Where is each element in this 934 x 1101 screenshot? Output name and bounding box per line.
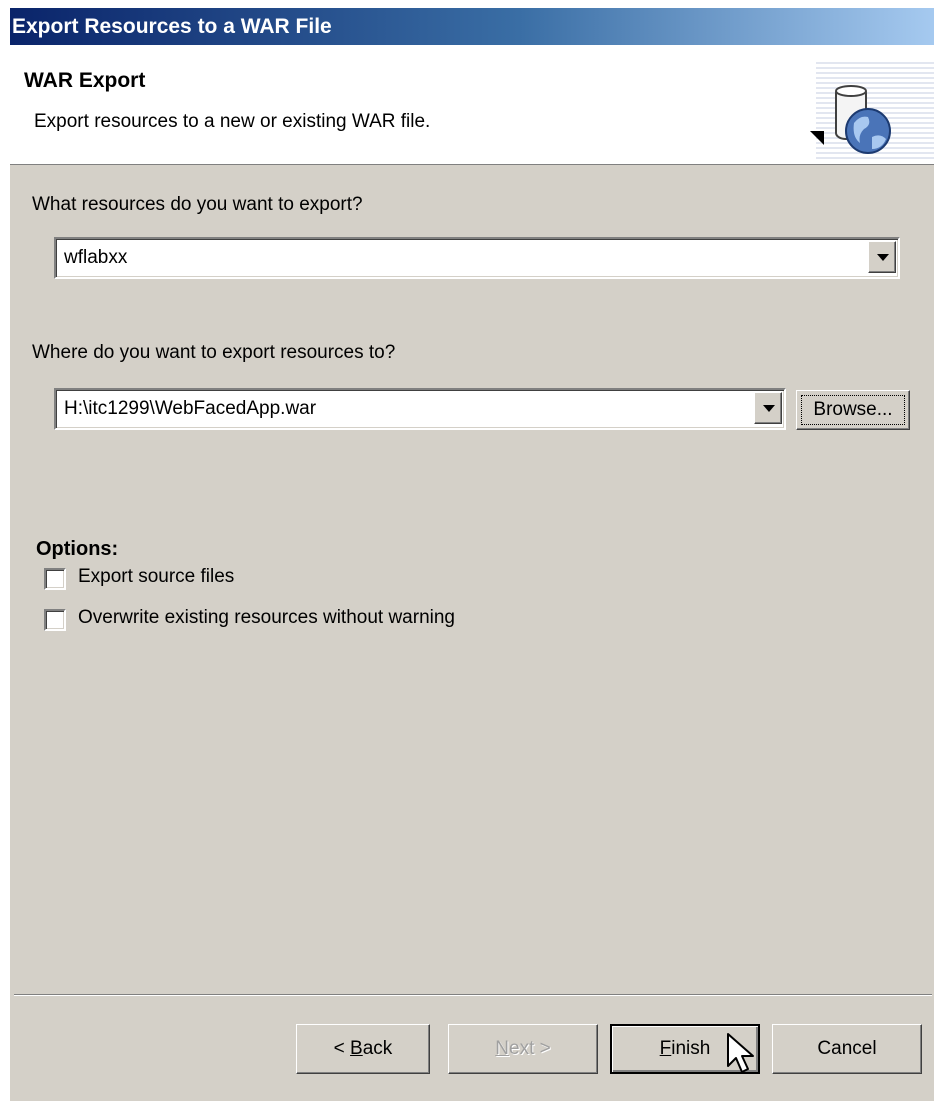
resources-combo-value: wflabxx bbox=[64, 247, 128, 268]
page-title: WAR Export bbox=[24, 69, 146, 92]
next-label: Next > bbox=[495, 1038, 551, 1059]
back-label: < Back bbox=[333, 1038, 393, 1059]
export-source-label: Export source files bbox=[78, 566, 235, 587]
export-source-checkbox[interactable] bbox=[44, 568, 66, 590]
window-title: Export Resources to a WAR File bbox=[10, 8, 934, 45]
war-globe-icon bbox=[810, 85, 891, 154]
destination-dropdown-button[interactable] bbox=[754, 392, 782, 424]
resources-label: What resources do you want to export? bbox=[32, 194, 363, 215]
chevron-down-icon bbox=[763, 405, 775, 412]
wizard-header: WAR Export Export resources to a new or … bbox=[10, 45, 934, 165]
destination-combo-value: H:\itc1299\WebFacedApp.war bbox=[64, 398, 317, 419]
next-button[interactable]: Next > bbox=[448, 1024, 598, 1074]
back-button[interactable]: < Back bbox=[296, 1024, 430, 1074]
options-title: Options: bbox=[36, 538, 119, 560]
destination-combo[interactable]: H:\itc1299\WebFacedApp.war bbox=[54, 388, 786, 430]
chevron-down-icon bbox=[877, 254, 889, 261]
resources-combo[interactable]: wflabxx bbox=[54, 237, 900, 279]
resources-dropdown-button[interactable] bbox=[868, 241, 896, 273]
cancel-button[interactable]: Cancel bbox=[772, 1024, 922, 1074]
browse-label: Browse... bbox=[813, 399, 893, 420]
browse-button[interactable]: Browse... bbox=[796, 390, 910, 430]
overwrite-label: Overwrite existing resources without war… bbox=[78, 607, 455, 628]
cancel-label: Cancel bbox=[817, 1038, 877, 1059]
export-war-dialog: Export Resources to a WAR File WAR Expor… bbox=[8, 8, 934, 1101]
mouse-pointer-icon bbox=[727, 1033, 754, 1073]
overwrite-checkbox[interactable] bbox=[44, 609, 66, 631]
destination-label: Where do you want to export resources to… bbox=[32, 342, 396, 363]
button-bar-separator bbox=[14, 994, 932, 996]
page-description: Export resources to a new or existing WA… bbox=[34, 111, 431, 132]
